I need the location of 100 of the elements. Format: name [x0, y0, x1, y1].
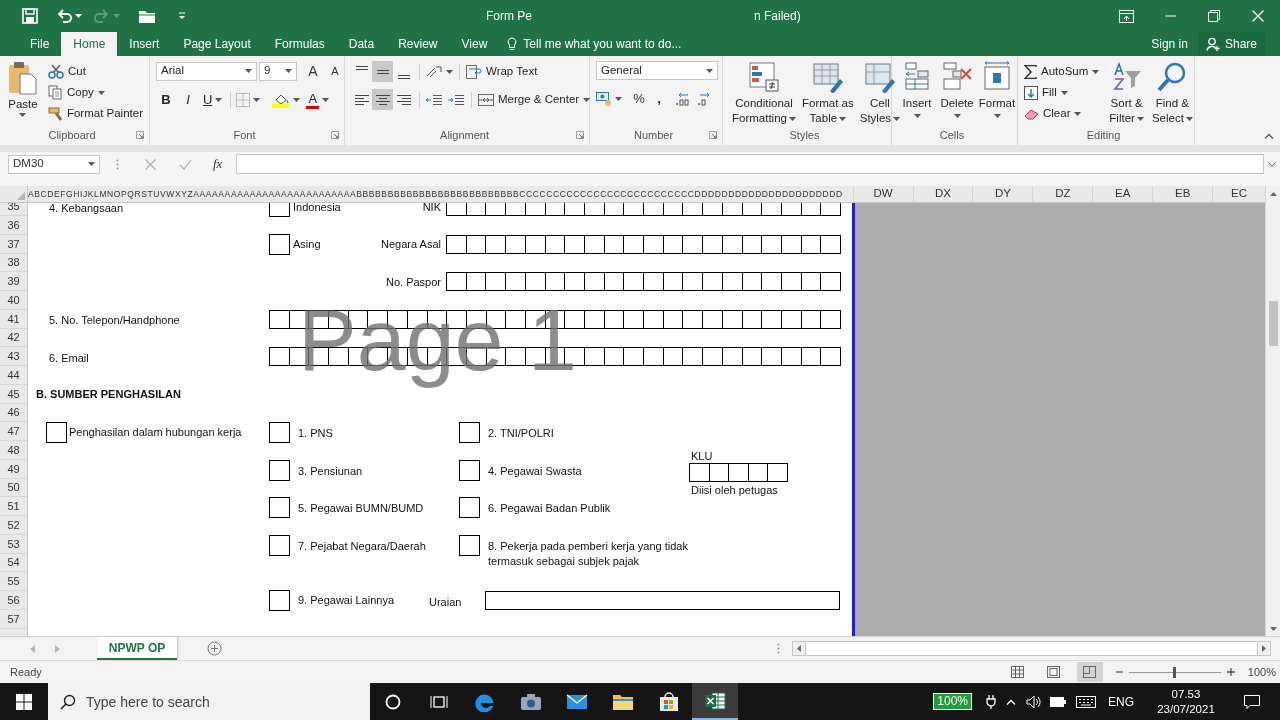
minimize-icon[interactable] [1164, 15, 1176, 17]
column-header[interactable]: DW [852, 186, 913, 202]
sign-in-link[interactable]: Sign in [1151, 35, 1188, 53]
sort-filter-button[interactable]: Sort & Filter [1109, 61, 1144, 126]
column-header[interactable]: EB [1152, 186, 1213, 202]
checkbox[interactable] [269, 459, 290, 481]
scroll-up-icon[interactable] [1269, 192, 1277, 196]
folder-icon[interactable] [612, 692, 634, 711]
taskbar-search-field[interactable]: Type here to search [48, 683, 370, 720]
autosum-button[interactable]: AutoSum [1024, 61, 1100, 82]
fill-color-icon[interactable] [272, 92, 291, 108]
customize-caret-icon[interactable] [178, 12, 186, 20]
grow-font-button[interactable]: A [303, 61, 323, 81]
windows-start-icon[interactable] [16, 693, 32, 710]
middle-align-icon[interactable] [372, 61, 393, 82]
scroll-down-icon[interactable] [1269, 627, 1277, 631]
character-box-field[interactable] [446, 234, 841, 254]
dialog-launcher-icon[interactable] [709, 131, 717, 139]
ribbon-tab[interactable]: View [449, 32, 500, 56]
character-box-field[interactable] [446, 272, 841, 292]
format-as-table-button[interactable]: Format as Table [798, 61, 857, 126]
checkbox[interactable] [459, 497, 480, 518]
dialog-launcher-icon[interactable] [136, 131, 144, 139]
expand-formula-bar-icon[interactable] [1268, 161, 1276, 167]
row-header[interactable]: 55 [0, 572, 27, 592]
accounting-format-icon[interactable] [596, 92, 612, 106]
percent-style-button[interactable]: % [630, 89, 648, 109]
save-icon[interactable] [22, 8, 38, 24]
tell-me-field[interactable]: Tell me what you want to do... [523, 35, 682, 53]
show-hidden-icons-icon[interactable] [1006, 698, 1016, 705]
power-plug-icon[interactable] [986, 694, 996, 709]
ribbon-tab[interactable]: Data [336, 32, 387, 56]
close-icon[interactable] [1252, 10, 1264, 22]
collapse-ribbon-icon[interactable] [1264, 133, 1274, 139]
ribbon-tab[interactable]: Formulas [262, 32, 337, 56]
ribbon-tab[interactable]: File [18, 32, 62, 56]
column-header[interactable]: EA [1092, 186, 1153, 202]
find-select-button[interactable]: Find & Select [1151, 61, 1193, 126]
row-header[interactable]: 39 [0, 272, 27, 292]
delete-button[interactable]: Delete [938, 61, 976, 125]
keyboard-icon[interactable] [1076, 695, 1096, 708]
restore-icon[interactable] [1208, 10, 1220, 22]
checkbox[interactable] [269, 590, 290, 611]
checkbox[interactable] [459, 534, 480, 556]
increase-decimal-icon[interactable] [674, 91, 692, 107]
checkbox[interactable] [269, 233, 290, 255]
column-header[interactable]: DY [972, 186, 1033, 202]
clock[interactable]: 07.53 23/07/2021 [1150, 686, 1222, 717]
shopping-bag-icon[interactable] [659, 691, 679, 712]
checkbox[interactable] [269, 534, 290, 556]
folder-icon[interactable] [138, 9, 156, 23]
ribbon-tab[interactable]: Review [386, 32, 450, 56]
row-header[interactable]: 43 [0, 347, 27, 367]
wrap-text-button[interactable]: Wrap Text [466, 61, 538, 82]
font-color-button[interactable]: A [306, 90, 330, 110]
circle-icon[interactable] [385, 693, 401, 710]
row-header[interactable]: 42 [0, 328, 27, 348]
row-header[interactable]: 41 [0, 309, 27, 329]
zoom-in-icon[interactable] [1226, 668, 1235, 676]
checkbox[interactable] [46, 422, 67, 443]
sheet-tab[interactable]: NPWP OP [97, 637, 177, 660]
row-header[interactable]: 44 [0, 366, 27, 385]
fill-button[interactable]: Fill [1024, 82, 1100, 103]
checkbox[interactable] [269, 422, 290, 443]
row-header[interactable]: 47 [0, 422, 27, 442]
character-box-field[interactable] [689, 462, 788, 482]
mail-icon[interactable] [566, 693, 588, 710]
row-header[interactable]: 54 [0, 553, 27, 573]
format-button[interactable]: Format [978, 61, 1016, 125]
align-center-icon[interactable] [372, 89, 393, 110]
battery-indicator[interactable]: 100% [933, 693, 972, 710]
row-header[interactable]: 56 [0, 591, 27, 610]
taskbar-app[interactable] [692, 683, 738, 720]
copy-button[interactable]: Copy [47, 82, 143, 103]
row-header[interactable]: 36 [0, 216, 27, 235]
zoom-slider[interactable] [1128, 666, 1221, 678]
checkbox[interactable] [269, 203, 290, 218]
italic-button[interactable]: I [178, 90, 198, 110]
cut-button[interactable]: Cut [47, 61, 143, 82]
ribbon-display-options-icon[interactable] [1118, 9, 1134, 23]
row-header[interactable]: 37 [0, 234, 27, 254]
column-header[interactable]: DX [912, 186, 973, 202]
conditional-formatting-button[interactable]: Conditional Formatting [729, 61, 799, 126]
name-box[interactable]: DM30 [8, 154, 100, 174]
ribbon-tab[interactable]: Insert [117, 32, 172, 56]
insert-function-button[interactable]: fx [213, 154, 223, 174]
orientation-icon[interactable] [425, 63, 443, 80]
row-header[interactable]: 52 [0, 516, 27, 535]
column-header[interactable]: ABCDEFGHIJKLMNOPQRSTUVWXYZAAAAAAAAAAAAAAAAAAAAAAAAAABBBBBBBBBBBBBBBBBBBBBBBBBBCCCCCCCCCCCCCCCCCCCCCCCCCCDDDDDDDDDDDDDDDDDDDDDD [27, 187, 843, 201]
checkbox[interactable] [459, 459, 480, 481]
task-view-icon[interactable] [430, 693, 448, 710]
vertical-scrollbar[interactable] [1265, 186, 1280, 636]
shrink-font-button[interactable]: A [325, 61, 345, 81]
row-header[interactable]: 38 [0, 253, 27, 273]
zoom-level[interactable]: 100% [1247, 663, 1276, 681]
paste-button[interactable]: Paste [6, 61, 40, 125]
bold-button[interactable]: B [156, 90, 176, 110]
scroll-right-icon[interactable] [1262, 645, 1266, 652]
row-header[interactable]: 45 [0, 384, 27, 404]
row-header[interactable]: 57 [0, 609, 27, 629]
